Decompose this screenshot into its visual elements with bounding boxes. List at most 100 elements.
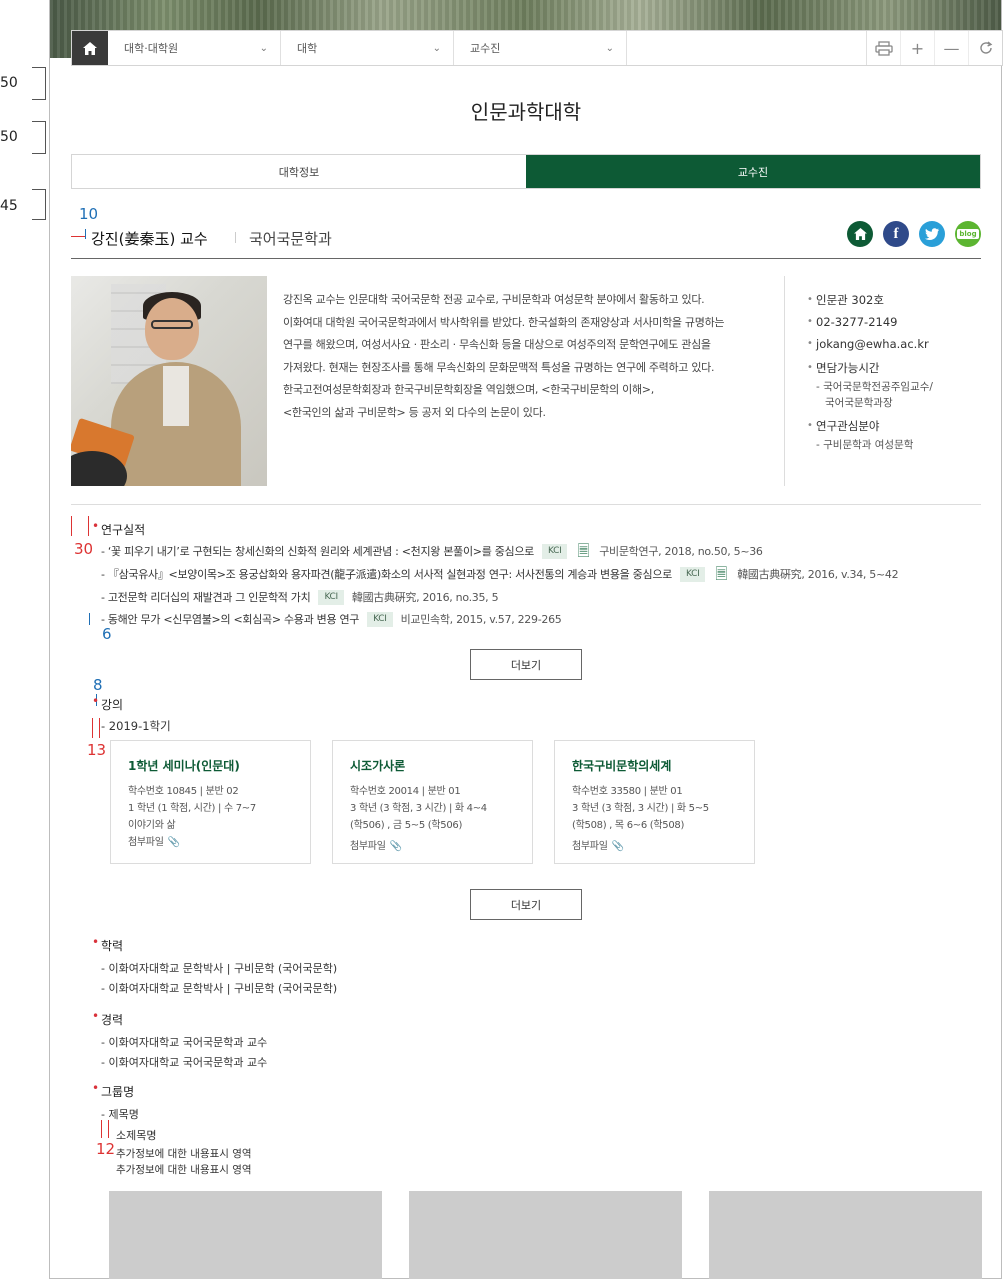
nav-select-category[interactable]: 대학·대학원 ⌄ (108, 31, 281, 65)
tab-faculty[interactable]: 교수진 (526, 155, 980, 188)
facebook-icon: f (893, 225, 899, 242)
research-more-button[interactable]: 더보기 (470, 649, 582, 680)
page-frame: 대학·대학원 ⌄ 대학 ⌄ 교수진 ⌄ + — 인문과학대학 대학정보 교수진 … (49, 0, 1003, 1279)
page-title: 인문과학대학 (470, 100, 582, 124)
journal-info: 韓國古典硏究, 2016, v.34, 5~42 (737, 568, 899, 581)
image-placeholder (409, 1191, 682, 1279)
chevron-down-icon: ⌄ (605, 42, 614, 54)
section-title-research: 연구실적 (92, 519, 145, 538)
career-item: - 이화여자대학교 국어국문학과 교수 (101, 1036, 268, 1049)
social-links: f blog (847, 221, 981, 247)
attachment-link[interactable]: 첨부파일 📎 (128, 834, 293, 851)
email-link[interactable]: jokang@ewha.ac.kr (807, 333, 982, 355)
lecture-detail: (학506) , 금 5~5 (학506) (350, 820, 463, 831)
zoom-in-button[interactable]: + (900, 31, 934, 65)
kci-badge: KCI (318, 589, 344, 605)
contact-info: 인문관 302호 02-3277-2149 jokang@ewha.ac.kr … (807, 289, 982, 453)
homepage-link[interactable] (847, 221, 873, 247)
profile-header: 강진(姜秦玉) 교수 국어국문학과 f blog (71, 220, 981, 259)
attachment-label: 첨부파일 (350, 841, 386, 852)
document-icon[interactable]: 🗏 (577, 543, 589, 558)
attachment-link[interactable]: 첨부파일 📎 (350, 838, 515, 855)
facebook-link[interactable]: f (883, 221, 909, 247)
annotation-13: 13 (87, 741, 107, 759)
kci-badge: KCI (679, 566, 706, 582)
lecture-card[interactable]: 1학년 세미나(인문대) 학수번호 10845 | 분반 02 1 학년 (1 … (110, 740, 311, 864)
research-item[interactable]: - 『삼국유사』<보양이목>조 용궁삽화와 용자파견(龍子派遣)화소의 서사적 … (101, 566, 899, 582)
divider (235, 232, 236, 243)
bio-line: 한국고전여성문학회장과 한국구비문학회장을 역임했으며, <한국구비문학의 이해… (283, 383, 654, 397)
research-interest-label: 연구관심분야 (807, 415, 982, 437)
annotation-bracket (32, 189, 46, 220)
refresh-icon (979, 41, 992, 54)
research-item[interactable]: - ‘꽃 피우기 내기’로 구현되는 창세신화의 신화적 원리와 세계관념 : … (101, 543, 763, 559)
lecture-title[interactable]: 시조가사론 (350, 757, 515, 774)
annotation-6: 6 (102, 625, 112, 643)
research-item[interactable]: - 고전문학 리더십의 재발견과 그 인문학적 가치 KCI 韓國古典硏究, 2… (101, 589, 499, 605)
group-subheading: 소제목명 (116, 1129, 157, 1142)
twitter-link[interactable] (919, 221, 945, 247)
journal-info: 韓國古典硏究, 2016, no.35, 5 (351, 591, 499, 604)
career-item: - 이화여자대학교 국어국문학과 교수 (101, 1056, 268, 1069)
journal-info: 비교민속학, 2015, v.57, 229-265 (400, 613, 562, 626)
group-extra-info: 추가정보에 대한 내용표시 영역 (116, 1148, 252, 1160)
bio-line: 이화여대 대학원 국어국문학과에서 박사학위를 받았다. 한국설화의 존재양상과… (283, 315, 725, 329)
research-item-title: - 『삼국유사』<보양이목>조 용궁삽화와 용자파견(龍子派遣)화소의 서사적 … (101, 568, 672, 581)
zoom-out-button[interactable]: — (934, 31, 968, 65)
bio-line: 강진옥 교수는 인문대학 국어국문학 전공 교수로, 구비문학과 여성문학 분야… (283, 293, 705, 306)
nav-select-label: 대학·대학원 (124, 42, 179, 55)
annotation-marker (92, 718, 93, 738)
department-name: 국어국문학과 (249, 230, 332, 248)
annotation-bracket (32, 67, 46, 100)
paperclip-icon: 📎 (389, 841, 402, 852)
annotation-10: 10 (79, 205, 99, 223)
research-interest-value: - 구비문학과 여성문학 (816, 439, 914, 451)
research-item[interactable]: - 동해안 무가 <신무염불>의 <회심곡> 수용과 변용 연구 KCI 비교민… (101, 611, 562, 627)
bio-line: 연구를 해왔으며, 여성서사요 · 판소리 · 무속신화 등을 대상으로 여성주… (283, 338, 711, 352)
journal-info: 구비문학연구, 2018, no.50, 5~36 (599, 545, 763, 558)
document-icon[interactable]: 🗏 (715, 566, 727, 581)
annotation-marker (89, 613, 90, 625)
lecture-card[interactable]: 한국구비문학의세계 학수번호 33580 | 분반 01 3 학년 (3 학점,… (554, 740, 755, 864)
nav-select-college[interactable]: 대학 ⌄ (281, 31, 454, 65)
bio-line: 가져왔다. 현재는 현장조사를 통해 무속신화의 문화문맥적 특성을 규명하는 … (283, 360, 715, 374)
lecture-detail: 3 학년 (3 학점, 3 시간) | 화 5~5 (572, 803, 709, 814)
lecture-detail: 1 학년 (1 학점, 시간) | 수 7~7 (128, 803, 256, 814)
education-item: - 이화여자대학교 문학박사 | 구비문학 (국어국문학) (101, 962, 338, 975)
nav-select-page[interactable]: 교수진 ⌄ (454, 31, 627, 65)
refresh-button[interactable] (968, 31, 1002, 65)
twitter-icon (925, 228, 939, 240)
lecture-detail: 학수번호 20014 | 분반 01 (350, 786, 461, 797)
annotation-30: 30 (74, 540, 94, 558)
annotation-12: 12 (96, 1140, 116, 1158)
nav-select-label: 교수진 (470, 42, 501, 55)
section-title-career: 경력 (92, 1009, 123, 1028)
chevron-down-icon: ⌄ (259, 42, 268, 54)
tab-college-info[interactable]: 대학정보 (72, 155, 526, 188)
attachment-link[interactable]: 첨부파일 📎 (572, 838, 737, 855)
attachment-label: 첨부파일 (128, 837, 164, 848)
annotation-50-b: 50 (0, 129, 18, 145)
blog-link[interactable]: blog (955, 221, 981, 247)
office-hours-value: - 국어국문학전공주임교수/ (816, 381, 933, 393)
professor-bio: 강진옥 교수는 인문대학 국어국문학 전공 교수로, 구비문학과 여성문학 분야… (283, 289, 773, 425)
section-title-education: 학력 (92, 935, 123, 954)
lecture-detail: 이야기와 삶 (128, 820, 176, 831)
print-button[interactable] (866, 31, 900, 65)
lecture-title[interactable]: 한국구비문학의세계 (572, 757, 737, 774)
zoom-out-icon: — (943, 38, 960, 58)
office-location: 인문관 302호 (807, 289, 982, 311)
research-item-title: - ‘꽃 피우기 내기’로 구현되는 창세신화의 신화적 원리와 세계관념 : … (101, 545, 534, 558)
tab-bar: 대학정보 교수진 (71, 154, 981, 189)
annotation-marker (99, 718, 100, 738)
divider (71, 504, 981, 505)
location-nav: 대학·대학원 ⌄ 대학 ⌄ 교수진 ⌄ + — (71, 30, 1003, 66)
lecture-more-button[interactable]: 더보기 (470, 889, 582, 920)
lecture-title[interactable]: 1학년 세미나(인문대) (128, 757, 293, 774)
annotation-50-a: 50 (0, 75, 18, 91)
annotation-45: 45 (0, 198, 18, 214)
lecture-detail: 학수번호 10845 | 분반 02 (128, 786, 239, 797)
nav-home-button[interactable] (72, 31, 108, 65)
lecture-card[interactable]: 시조가사론 학수번호 20014 | 분반 01 3 학년 (3 학점, 3 시… (332, 740, 533, 864)
education-item: - 이화여자대학교 문학박사 | 구비문학 (국어국문학) (101, 982, 338, 995)
